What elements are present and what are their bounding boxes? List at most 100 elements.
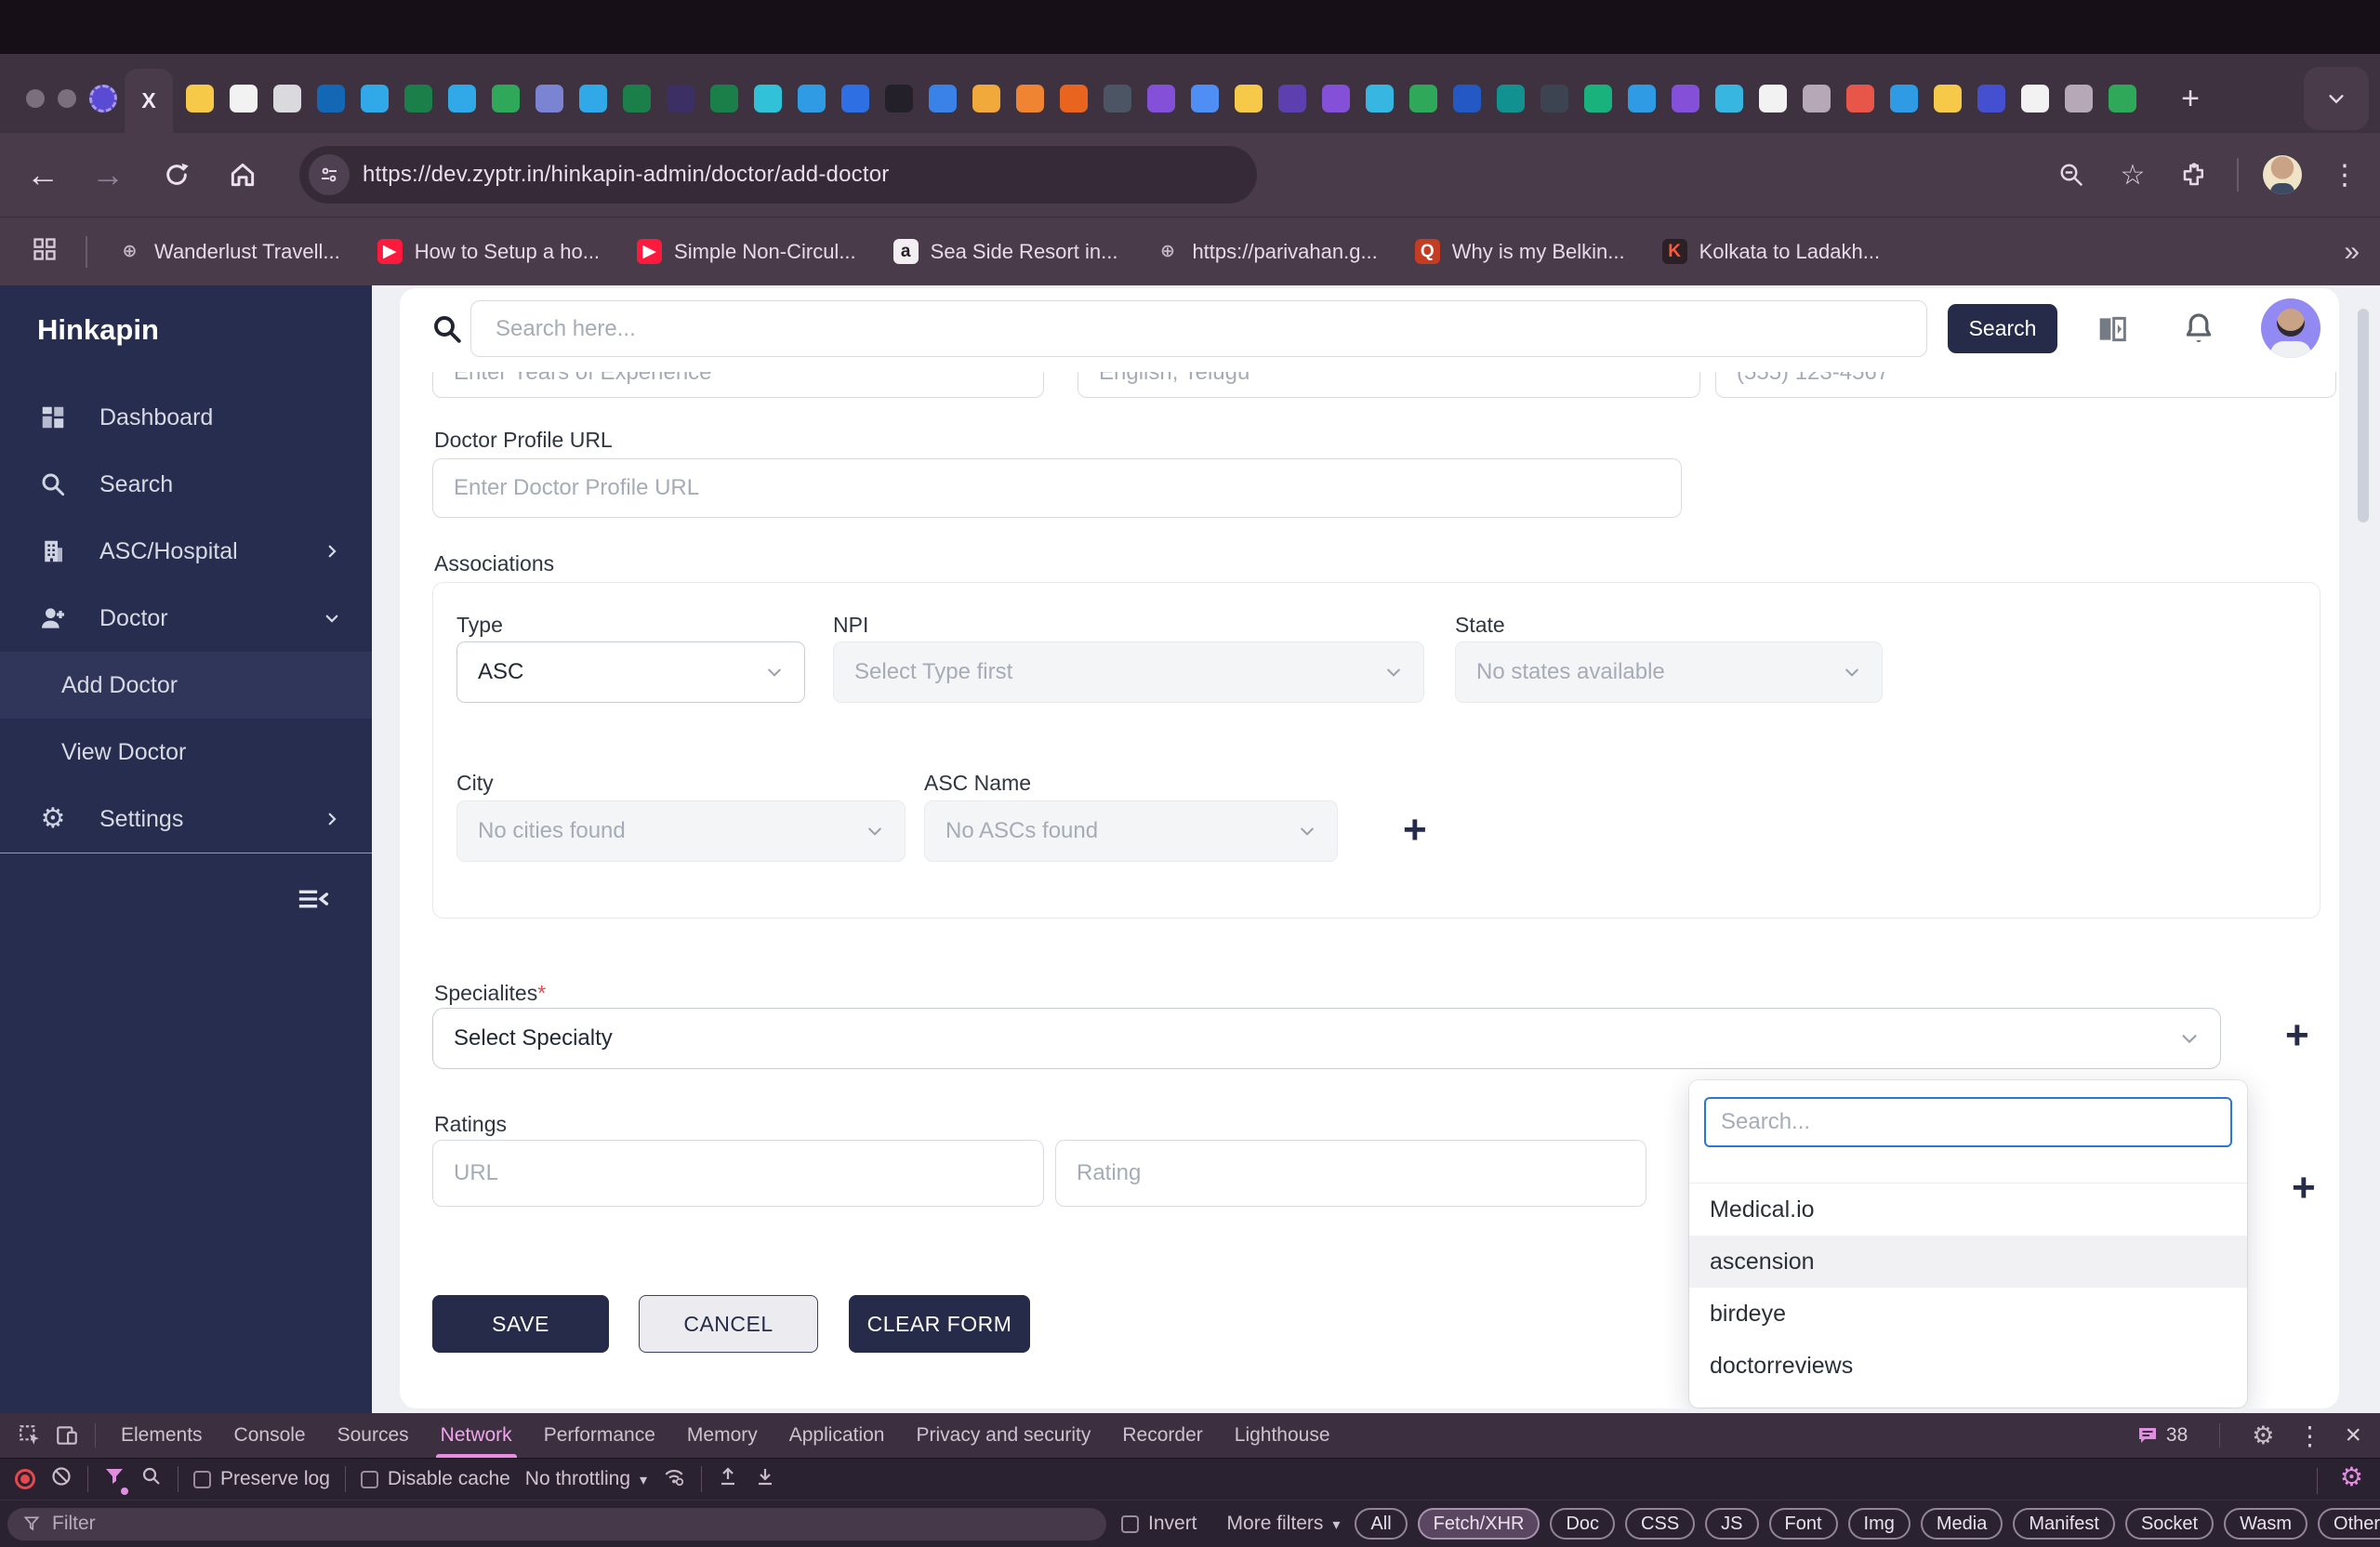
invert-checkbox[interactable] bbox=[1121, 1514, 1139, 1533]
specialty-select[interactable]: Select Specialty bbox=[432, 1008, 2221, 1069]
dropdown-option[interactable]: ascension bbox=[1689, 1236, 2247, 1288]
browser-tab[interactable] bbox=[2109, 85, 2136, 112]
add-specialty-button[interactable]: + bbox=[2285, 1015, 2309, 1056]
page-scrollbar[interactable] bbox=[2358, 309, 2369, 522]
record-network-log-button[interactable] bbox=[15, 1469, 35, 1489]
bookmarks-overflow-chevron[interactable]: » bbox=[2344, 236, 2360, 268]
export-har-button[interactable] bbox=[754, 1465, 776, 1493]
browser-tab[interactable] bbox=[841, 85, 869, 112]
request-type-chip[interactable]: Media bbox=[1920, 1508, 2003, 1540]
bookmark-item[interactable]: ▶ Simple Non-Circul... bbox=[637, 239, 856, 264]
browser-tab[interactable] bbox=[536, 85, 563, 112]
browser-menu-button[interactable]: ⋮ bbox=[2326, 159, 2363, 192]
browser-tab[interactable] bbox=[1934, 85, 1962, 112]
sidebar-item-add-doctor[interactable]: Add Doctor bbox=[0, 652, 372, 719]
devtools-tab[interactable]: Sources bbox=[322, 1413, 425, 1458]
browser-tab[interactable] bbox=[972, 85, 1000, 112]
browser-tab[interactable] bbox=[1366, 85, 1394, 112]
bookmark-item[interactable]: K Kolkata to Ladakh... bbox=[1661, 239, 1880, 264]
cancel-button[interactable]: CANCEL bbox=[639, 1295, 818, 1353]
inspect-element-icon[interactable] bbox=[11, 1423, 48, 1448]
forward-button[interactable]: → bbox=[84, 133, 132, 217]
sidebar-collapse-button[interactable] bbox=[296, 884, 329, 919]
active-tab[interactable]: X bbox=[125, 69, 173, 133]
home-button[interactable] bbox=[218, 133, 267, 217]
tab-search-button[interactable] bbox=[2304, 67, 2369, 130]
add-association-button[interactable]: + bbox=[1403, 810, 1427, 851]
browser-tab[interactable] bbox=[1977, 85, 2005, 112]
bookmark-item[interactable]: ⊕ https://parivahan.g... bbox=[1155, 239, 1378, 264]
notifications-bell-icon[interactable] bbox=[2179, 309, 2218, 352]
new-tab-button[interactable]: + bbox=[2174, 82, 2207, 115]
browser-tab[interactable] bbox=[1278, 85, 1306, 112]
browser-tab[interactable] bbox=[1191, 85, 1219, 112]
request-type-chip[interactable]: JS bbox=[1705, 1508, 1759, 1540]
browser-tab[interactable] bbox=[1235, 85, 1263, 112]
browser-tab[interactable] bbox=[885, 85, 913, 112]
browser-tab[interactable] bbox=[186, 85, 214, 112]
doctor-profile-url-input[interactable] bbox=[432, 458, 1682, 518]
devtools-settings-icon[interactable]: ⚙ bbox=[2252, 1423, 2274, 1448]
book-icon[interactable] bbox=[2094, 311, 2131, 352]
user-avatar[interactable] bbox=[2261, 298, 2320, 358]
pinned-tab-favicon[interactable] bbox=[89, 85, 117, 112]
request-type-chip[interactable]: All bbox=[1355, 1508, 1408, 1540]
browser-tab[interactable] bbox=[1584, 85, 1612, 112]
bookmark-item[interactable]: a Sea Side Resort in... bbox=[892, 239, 1117, 264]
add-rating-button[interactable]: + bbox=[2292, 1168, 2316, 1209]
site-settings-icon[interactable] bbox=[309, 154, 350, 195]
browser-tab[interactable] bbox=[317, 85, 345, 112]
request-type-chip[interactable]: Fetch/XHR bbox=[1417, 1508, 1540, 1540]
network-conditions-button[interactable] bbox=[662, 1464, 686, 1494]
city-select[interactable]: No cities found bbox=[456, 800, 906, 862]
sidebar-item-view-doctor[interactable]: View Doctor bbox=[0, 719, 372, 786]
browser-tab[interactable] bbox=[1715, 85, 1743, 112]
devtools-tab[interactable]: Performance bbox=[528, 1413, 671, 1458]
browser-profile-avatar[interactable] bbox=[2263, 155, 2302, 194]
devtools-close-icon[interactable]: × bbox=[2345, 1420, 2361, 1451]
traffic-light-minimize[interactable] bbox=[58, 89, 76, 108]
device-toolbar-icon[interactable] bbox=[48, 1423, 86, 1448]
bookmark-item[interactable]: ⊕ Wanderlust Travell... bbox=[117, 239, 340, 264]
browser-tab[interactable] bbox=[1016, 85, 1044, 112]
browser-tab[interactable] bbox=[448, 85, 476, 112]
sidebar-item-settings[interactable]: ⚙ Settings bbox=[0, 786, 372, 853]
browser-tab[interactable] bbox=[1409, 85, 1437, 112]
browser-tab[interactable] bbox=[2021, 85, 2049, 112]
bookmark-item[interactable]: ▶ How to Setup a ho... bbox=[377, 239, 600, 264]
browser-tab[interactable] bbox=[404, 85, 432, 112]
devtools-menu-icon[interactable]: ⋮ bbox=[2296, 1421, 2322, 1451]
devtools-tab[interactable]: Application bbox=[774, 1413, 901, 1458]
extensions-button[interactable] bbox=[2175, 161, 2213, 189]
browser-tab[interactable] bbox=[1759, 85, 1787, 112]
dropdown-option[interactable]: Medical.io bbox=[1689, 1183, 2247, 1236]
browser-tab[interactable] bbox=[361, 85, 389, 112]
browser-tab[interactable] bbox=[492, 85, 520, 112]
browser-tab[interactable] bbox=[1803, 85, 1831, 112]
browser-tab[interactable] bbox=[1846, 85, 1874, 112]
browser-tab[interactable] bbox=[929, 85, 957, 112]
devtools-tab[interactable]: Console bbox=[218, 1413, 322, 1458]
more-filters-button[interactable]: More filters ▾ bbox=[1227, 1513, 1341, 1535]
devtools-tab[interactable]: Lighthouse bbox=[1219, 1413, 1346, 1458]
browser-tab[interactable] bbox=[273, 85, 301, 112]
request-type-chip[interactable]: CSS bbox=[1625, 1508, 1696, 1540]
browser-tab[interactable] bbox=[710, 85, 738, 112]
request-type-chip[interactable]: Font bbox=[1768, 1508, 1838, 1540]
dropdown-option[interactable]: birdeye bbox=[1689, 1288, 2247, 1340]
sidebar-item-dashboard[interactable]: Dashboard bbox=[0, 384, 372, 451]
npi-select[interactable]: Select Type first bbox=[833, 641, 1424, 703]
browser-tab[interactable] bbox=[1104, 85, 1131, 112]
address-bar[interactable]: https://dev.zyptr.in/hinkapin-admin/doct… bbox=[299, 146, 1257, 204]
disable-cache-checkbox[interactable] bbox=[360, 1470, 378, 1488]
preserve-log-control[interactable]: Preserve log bbox=[193, 1468, 330, 1490]
reload-button[interactable] bbox=[152, 133, 201, 217]
browser-tab[interactable] bbox=[1322, 85, 1350, 112]
sidebar-item-asc-hospital[interactable]: ASC/Hospital bbox=[0, 518, 372, 585]
dropdown-search-input[interactable] bbox=[1704, 1097, 2232, 1147]
browser-tab[interactable] bbox=[2065, 85, 2093, 112]
request-type-chip[interactable]: Manifest bbox=[2013, 1508, 2115, 1540]
browser-tab[interactable] bbox=[1890, 85, 1918, 112]
throttling-select[interactable]: No throttling ▾ bbox=[525, 1468, 647, 1490]
dropdown-option[interactable]: doctorreviews bbox=[1689, 1340, 2247, 1392]
